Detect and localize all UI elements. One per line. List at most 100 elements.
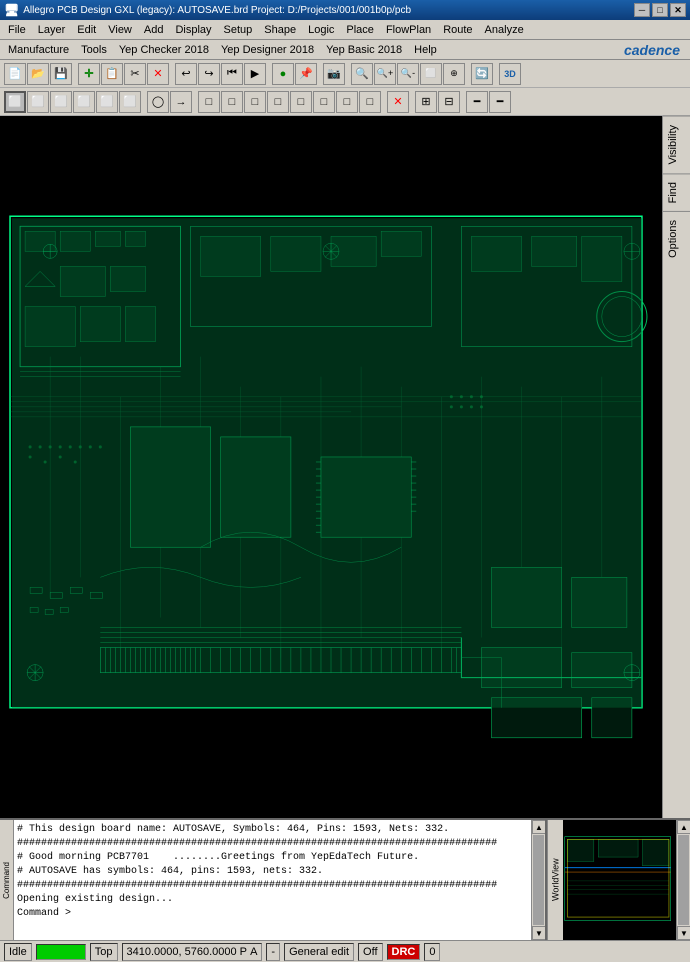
title-bar: 🖥 Allegro PCB Design GXL (legacy): AUTOS…	[0, 0, 690, 20]
title-text: Allegro PCB Design GXL (legacy): AUTOSAV…	[23, 5, 411, 16]
menu-edit[interactable]: Edit	[71, 22, 102, 38]
coord-value: 3410.0000, 5760.0000	[127, 946, 237, 958]
scroll-thumb	[533, 835, 544, 925]
maximize-button[interactable]: □	[652, 3, 668, 17]
tb-refresh[interactable]: 🔄	[471, 63, 493, 85]
tb2-arrow[interactable]: →	[170, 91, 192, 113]
find-tab[interactable]: Find	[663, 173, 690, 211]
options-tab[interactable]: Options	[663, 211, 690, 266]
tb2-b4[interactable]: □	[267, 91, 289, 113]
tb-new[interactable]: 📄	[4, 63, 26, 85]
close-button[interactable]: ✕	[670, 3, 686, 17]
console-prompt: Command >	[17, 907, 528, 921]
coord-p: P	[240, 946, 247, 958]
worldview-scroll-down[interactable]: ▼	[677, 926, 690, 940]
cadence-logo: cadence	[624, 42, 688, 58]
status-number: 0	[424, 943, 440, 961]
menu-flowplan[interactable]: FlowPlan	[380, 22, 437, 38]
tb2-b7[interactable]: □	[336, 91, 358, 113]
tb2-sel3[interactable]: ⬜	[50, 91, 72, 113]
menu-layer[interactable]: Layer	[32, 22, 72, 38]
tb2-circle[interactable]: ◯	[147, 91, 169, 113]
minimize-button[interactable]: ─	[634, 3, 650, 17]
worldview-label: WorldView	[547, 820, 563, 940]
tb2-line2[interactable]: ━	[489, 91, 511, 113]
scroll-down-arrow[interactable]: ▼	[532, 926, 546, 940]
tb-zoom-out[interactable]: 🔍-	[397, 63, 419, 85]
menu-tools[interactable]: Tools	[75, 42, 113, 58]
worldview-scrollbar: ▲ ▼	[676, 820, 690, 940]
tb2-b3[interactable]: □	[244, 91, 266, 113]
menu-view[interactable]: View	[102, 22, 138, 38]
menu-setup[interactable]: Setup	[218, 22, 259, 38]
menu-place[interactable]: Place	[340, 22, 380, 38]
menu-display[interactable]: Display	[169, 22, 217, 38]
tb-zoom-fit[interactable]: 🔍	[351, 63, 373, 85]
tb-save[interactable]: 💾	[50, 63, 72, 85]
scroll-up-arrow[interactable]: ▲	[532, 820, 546, 834]
tb2-b5[interactable]: □	[290, 91, 312, 113]
tb2-sel4[interactable]: ⬜	[73, 91, 95, 113]
title-bar-controls: ─ □ ✕	[634, 3, 686, 17]
worldview-scroll-thumb	[678, 835, 689, 925]
console-line-4: # AUTOSAVE has symbols: 464, pins: 1593,…	[17, 865, 528, 879]
tb2-b8[interactable]: □	[359, 91, 381, 113]
bottom-area: Command # This design board name: AUTOSA…	[0, 818, 690, 940]
right-panel: Visibility Find Options	[662, 116, 690, 818]
tb-snap[interactable]: ✛	[78, 63, 100, 85]
console-text[interactable]: # This design board name: AUTOSAVE, Symb…	[14, 820, 531, 940]
tb-delete[interactable]: ✕	[147, 63, 169, 85]
console-section: Command # This design board name: AUTOSA…	[0, 820, 545, 940]
worldview-scroll-up[interactable]: ▲	[677, 820, 690, 834]
tb2-sel2[interactable]: ⬜	[27, 91, 49, 113]
console-scrollbar: ▲ ▼	[531, 820, 545, 940]
menu-add[interactable]: Add	[138, 22, 170, 38]
status-drc: DRC	[387, 944, 421, 960]
tb2-grid[interactable]: ⊞	[415, 91, 437, 113]
tb-open[interactable]: 📂	[27, 63, 49, 85]
tb-rat[interactable]: ●	[272, 63, 294, 85]
menu-help[interactable]: Help	[408, 42, 443, 58]
tb2-b6[interactable]: □	[313, 91, 335, 113]
tb-cut[interactable]: ✂	[124, 63, 146, 85]
menu-logic[interactable]: Logic	[302, 22, 340, 38]
tb-pin[interactable]: 📌	[295, 63, 317, 85]
tb-fwd[interactable]: ▶	[244, 63, 266, 85]
menu-yep-checker[interactable]: Yep Checker 2018	[113, 42, 215, 58]
console-line-1: # This design board name: AUTOSAVE, Symb…	[17, 823, 528, 837]
tb2-snap[interactable]: ⊟	[438, 91, 460, 113]
tb2-line1[interactable]: ━	[466, 91, 488, 113]
status-dash: -	[266, 943, 280, 961]
pcb-svg	[0, 116, 662, 818]
visibility-tab[interactable]: Visibility	[663, 116, 690, 173]
status-coordinates: 3410.0000, 5760.0000 P A	[122, 943, 263, 961]
tb-redo[interactable]: ↪	[198, 63, 220, 85]
status-indicator	[36, 944, 86, 960]
tb-3d[interactable]: 3D	[499, 63, 521, 85]
tb-cam[interactable]: 📷	[323, 63, 345, 85]
menu-route[interactable]: Route	[437, 22, 478, 38]
tb2-b2[interactable]: □	[221, 91, 243, 113]
worldview-map	[563, 820, 676, 940]
tb-zoom-box[interactable]: ⬜	[420, 63, 442, 85]
console-line-3: # Good morning PCB7701 ........Greetings…	[17, 851, 528, 865]
tb-zoom-in[interactable]: 🔍+	[374, 63, 396, 85]
tb2-del[interactable]: ✕	[387, 91, 409, 113]
menu-bar-1: File Layer Edit View Add Display Setup S…	[0, 20, 690, 40]
tb2-b1[interactable]: □	[198, 91, 220, 113]
menu-file[interactable]: File	[2, 22, 32, 38]
menu-shape[interactable]: Shape	[258, 22, 302, 38]
console-line-2: ########################################…	[17, 837, 528, 851]
tb-back[interactable]: ⏮	[221, 63, 243, 85]
menu-manufacture[interactable]: Manufacture	[2, 42, 75, 58]
tb-undo[interactable]: ↩	[175, 63, 197, 85]
tb2-sel5[interactable]: ⬜	[96, 91, 118, 113]
menu-yep-basic[interactable]: Yep Basic 2018	[320, 42, 408, 58]
tb2-sel1[interactable]: ⬜	[4, 91, 26, 113]
tb-copy[interactable]: 📋	[101, 63, 123, 85]
tb-zoom-prev[interactable]: ⊕	[443, 63, 465, 85]
pcb-canvas[interactable]	[0, 116, 662, 818]
tb2-sel6[interactable]: ⬜	[119, 91, 141, 113]
menu-analyze[interactable]: Analyze	[479, 22, 530, 38]
menu-yep-designer[interactable]: Yep Designer 2018	[215, 42, 320, 58]
